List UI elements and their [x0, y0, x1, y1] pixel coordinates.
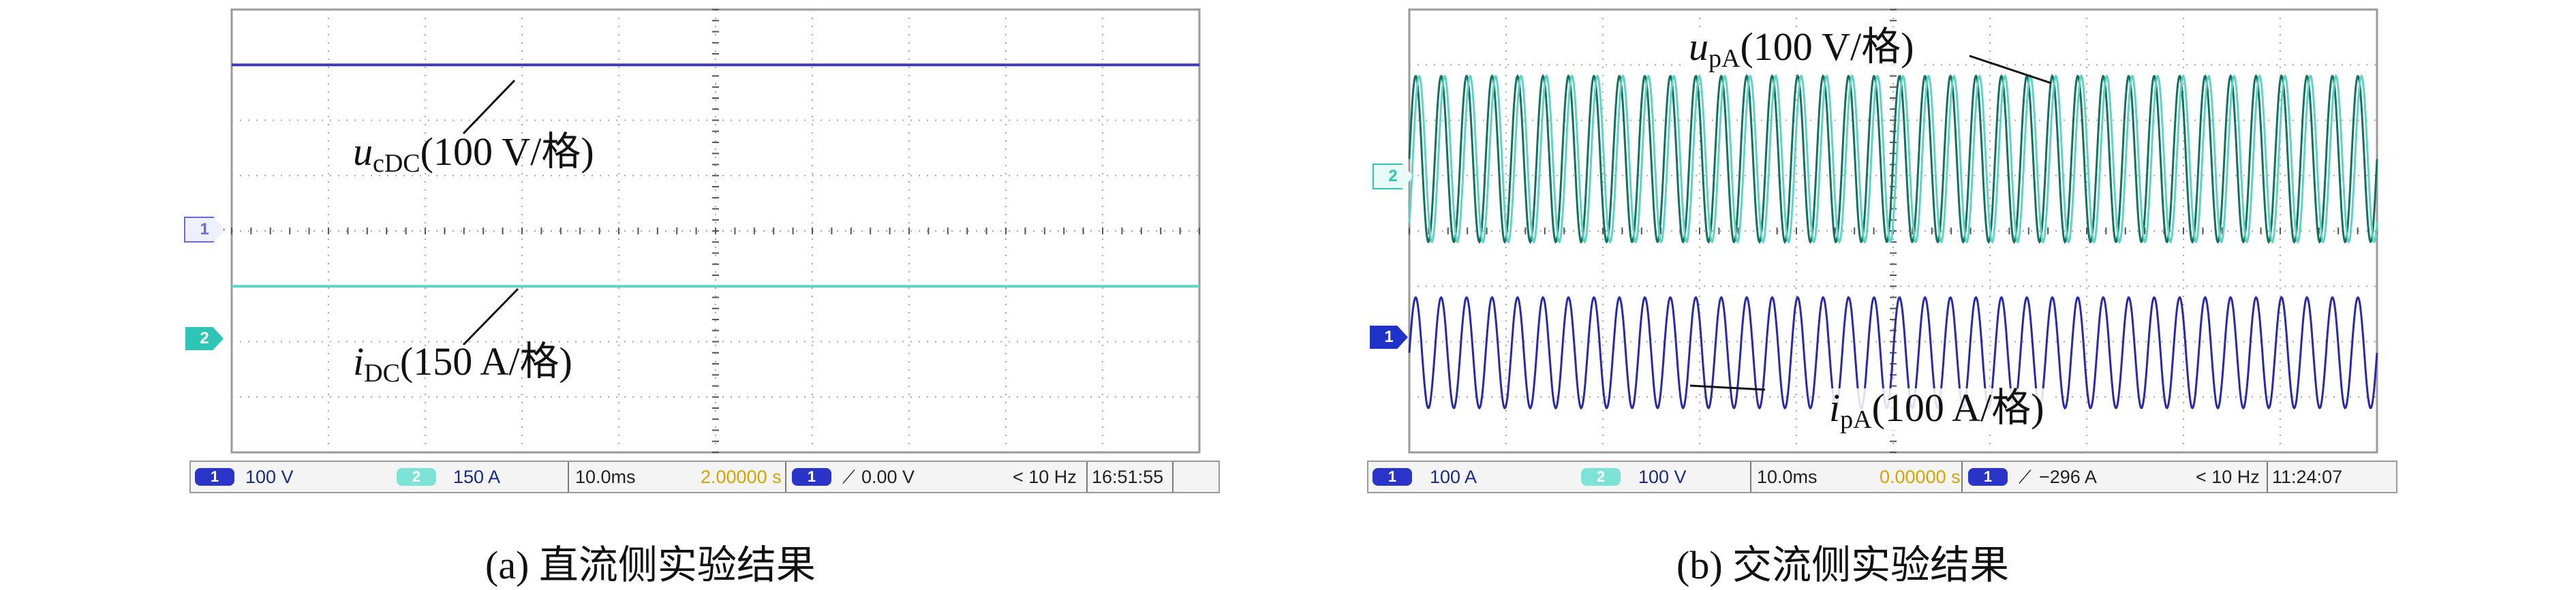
ch1-chip: 1 — [195, 468, 234, 486]
time-offset: 2.00000 s — [701, 467, 782, 487]
ucdc-annotation: ucDC(100 V/格) — [353, 129, 594, 178]
ipa-annotation: ipA(100 A/格) — [1825, 388, 2049, 433]
ch2-scale: 150 A — [453, 467, 501, 487]
ch1-scale: 100 A — [1430, 467, 1477, 487]
timebase: 10.0ms — [1757, 467, 1818, 487]
trigger-frequency: < 10 Hz — [2196, 467, 2260, 487]
trigger-level: 0.00 V — [861, 467, 915, 487]
ch2-chip: 2 — [1581, 468, 1621, 486]
upa-annotation: upA(100 V/格) — [1685, 27, 1918, 72]
scope-status-bar-ac: 1 100 A 2 100 V 10.0ms 0.00000 s 1 ⟋ −29… — [1367, 461, 2397, 493]
caption-b: (b) 交流侧实验结果 — [1676, 543, 2010, 587]
time-offset: 0.00000 s — [1880, 467, 1961, 487]
panel-dc: 1 2 ucDC(100 V/格) iDC(150 A/格) 1 100 V 2… — [0, 0, 1288, 589]
ch1-chip: 1 — [1373, 468, 1412, 486]
idc-annotation: iDC(150 A/格) — [353, 339, 572, 388]
rising-edge-icon: ⟋ — [842, 467, 855, 487]
trigger-level: −296 A — [2039, 467, 2097, 487]
ch2-chip: 2 — [397, 468, 436, 486]
caption-a: (a) 直流侧实验结果 — [485, 543, 816, 587]
panel-ac: 2 1 upA(100 V/格) ipA(100 A/格) 1 100 A 2 … — [1288, 0, 2576, 589]
trigger-frequency: < 10 Hz — [1013, 467, 1077, 487]
ch1-scale: 100 V — [245, 467, 294, 487]
clock: 11:24:07 — [2272, 467, 2343, 487]
trigger-channel-chip: 1 — [1968, 468, 2008, 486]
scope-status-bar-dc: 1 100 V 2 150 A 10.0ms 2.00000 s 1 ⟋ 0.0… — [189, 461, 1220, 493]
trigger-channel-chip: 1 — [792, 468, 831, 486]
ch2-scale: 100 V — [1638, 467, 1687, 487]
rising-edge-icon: ⟋ — [2019, 467, 2031, 487]
clock: 16:51:55 — [1092, 467, 1164, 487]
timebase: 10.0ms — [575, 467, 636, 487]
